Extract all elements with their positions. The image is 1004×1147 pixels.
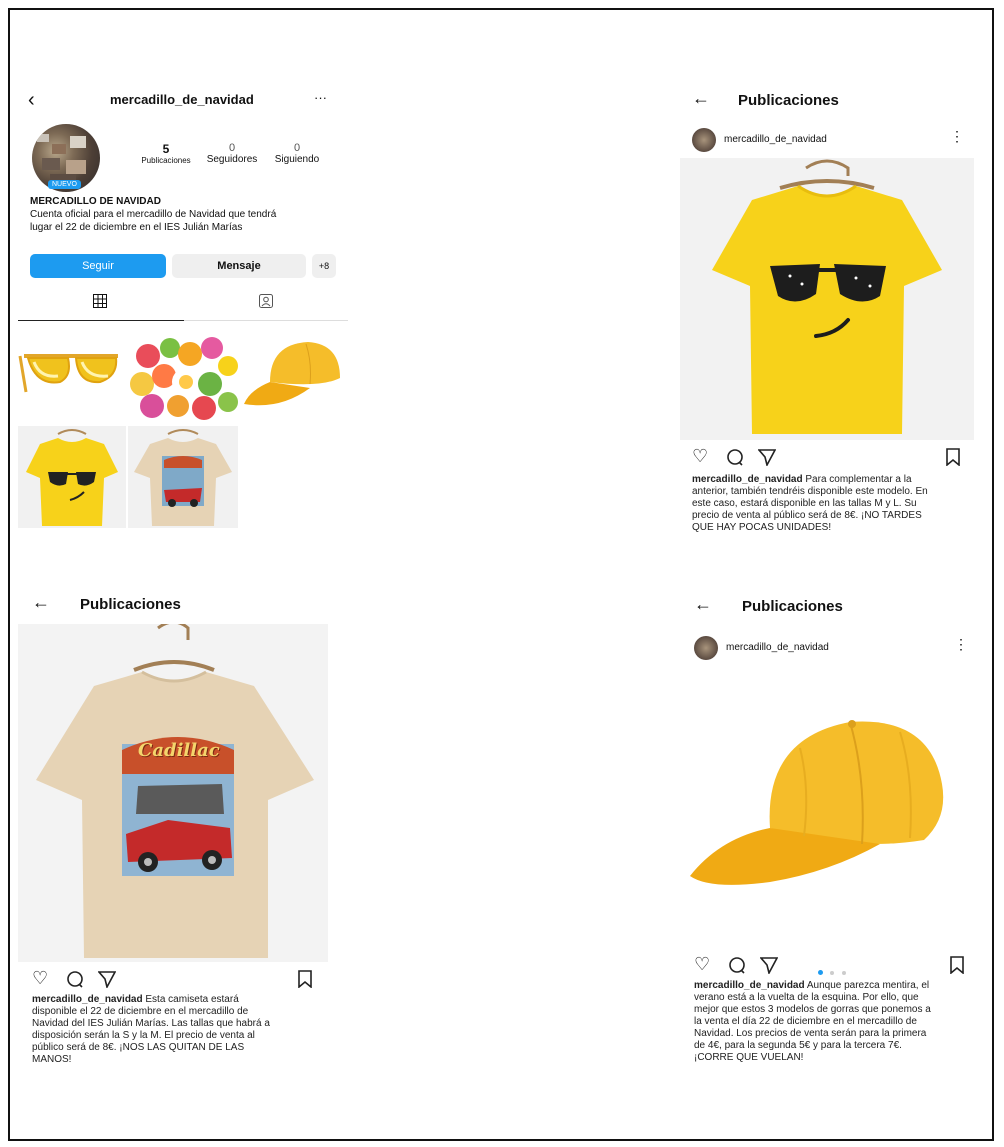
caption-line: mercadillo_de_navidad Esta camiseta esta… [32,994,328,1006]
add-person-button[interactable]: +8 [312,254,336,278]
new-badge: NUEVO [48,180,81,189]
grid-post-cap[interactable] [240,326,348,424]
caption-text: precio de venta al público será de 8€. ¡… [692,510,922,521]
back-arrow-icon[interactable]: ‹ [28,90,35,110]
caption-line: mercadillo_de_navidad Aunque parezca men… [694,980,976,992]
carousel-dot-active [818,970,823,975]
like-heart-icon[interactable]: ♡ [692,446,708,467]
display-name: MERCADILLO DE NAVIDAD [30,196,161,207]
bookmark-icon[interactable] [950,956,964,979]
post-avatar[interactable] [694,636,718,660]
message-button[interactable]: Mensaje [172,254,306,278]
carousel-dots [818,962,846,980]
caption-text: QUE HAY POCAS UNIDADES! [692,522,832,533]
caption-text: Navidad del IES Julián Marías. Las talla… [32,1018,270,1029]
caption-text: verano está a la vuelta de la esquina. P… [694,992,919,1003]
like-heart-icon[interactable]: ♡ [694,954,710,975]
caption-username[interactable]: mercadillo_de_navidad [32,994,143,1005]
post-image-yellow-tshirt[interactable] [680,158,974,440]
grid-post-beige-tshirt[interactable] [128,426,238,528]
tab-grid[interactable] [18,290,184,321]
post-avatar[interactable] [692,128,716,152]
caption-text: mejor que estos 3 modelos de gorras que … [694,1004,931,1015]
profile-panel: ‹ mercadillo_de_navidad ··· NUEVO 5 Publ… [18,80,348,540]
caption-text: anterior, también tendréis disponible es… [692,486,928,497]
post-caption: mercadillo_de_navidad Esta camiseta esta… [32,994,328,1066]
header-title: Publicaciones [738,92,839,109]
comment-icon[interactable] [726,448,744,471]
post-image-cap[interactable] [680,668,976,946]
grid-icon [93,294,107,308]
comment-icon[interactable] [728,956,746,979]
grid-post-yellow-tshirt[interactable] [18,426,126,528]
caption-text: este caso, estará disponible en las tall… [692,498,917,509]
post-username[interactable]: mercadillo_de_navidad [724,134,827,145]
caption-text: disposición serán la S y la M. El precio… [32,1030,255,1041]
caption-text: ¡CORRE QUE VUELAN! [694,1052,804,1063]
caption-text: Navidad. Los precios de venta serán para… [694,1028,927,1039]
stat-value: 0 [228,142,236,154]
grid-post-candies[interactable] [128,326,238,424]
caption-username[interactable]: mercadillo_de_navidad [692,474,803,485]
caption-text: disponible el 22 de diciembre en el merc… [32,1006,249,1017]
post-yellow-tshirt-panel: ← Publicaciones mercadillo_de_navidad ⋮ … [680,84,976,574]
back-arrow-icon[interactable]: ← [692,88,710,109]
stat-label: Seguidores [206,154,258,165]
bio-line-2: lugar el 22 de diciembre en el IES Juliá… [30,222,243,233]
grid-post-sunglasses[interactable] [18,326,126,424]
stat-siguiendo[interactable]: 0 Siguiendo [266,142,328,165]
caption-username[interactable]: mercadillo_de_navidad [694,980,805,991]
header-title: Publicaciones [742,598,843,615]
bio-line-1: Cuenta oficial para el mercadillo de Nav… [30,209,277,220]
caption-line: mercadillo_de_navidad Para complementar … [692,474,974,486]
post-options-icon[interactable]: ⋮ [954,636,968,653]
comment-icon[interactable] [66,970,84,993]
post-caption: mercadillo_de_navidad Aunque parezca men… [694,980,976,1064]
tagged-person-icon [259,294,273,308]
share-send-icon[interactable] [759,956,779,979]
follow-button[interactable]: Seguir [30,254,166,278]
carousel-dot [830,971,835,975]
caption-text: público será de 8€. ¡NOS LAS QUITAN DE L… [32,1042,245,1053]
stat-publicaciones[interactable]: 5 Publicaciones [134,142,198,165]
like-heart-icon[interactable]: ♡ [32,968,48,989]
caption-text: Para complementar a la [805,474,912,485]
stat-label: Publicaciones [141,156,191,165]
stat-label: Siguiendo [274,154,320,165]
more-options-icon[interactable]: ··· [314,90,327,105]
post-image-beige-tshirt[interactable]: Cadillac [18,624,328,962]
caption-text: Esta camiseta estará [145,994,239,1005]
caption-text: de 4€, para la segunda 5€ y para la terc… [694,1040,902,1051]
back-arrow-icon[interactable]: ← [694,594,712,615]
tab-tagged[interactable] [184,290,348,321]
post-beige-tshirt-panel: ← Publicaciones Cadillac ♡ mercadillo_de… [18,590,330,1090]
bookmark-icon[interactable] [946,448,960,471]
caption-text: Aunque parezca mentira, el [806,980,930,991]
carousel-dot [841,971,846,975]
post-cap-panel: ← Publicaciones mercadillo_de_navidad ⋮ … [680,590,976,1090]
header-title: Publicaciones [80,596,181,613]
bookmark-icon[interactable] [298,970,312,993]
profile-username: mercadillo_de_navidad [110,92,254,107]
post-options-icon[interactable]: ⋮ [950,128,964,145]
caption-text: la venta el día 22 de diciembre en el me… [694,1016,917,1027]
stat-seguidores[interactable]: 0 Seguidores [198,142,266,165]
stat-value: 5 [162,142,170,156]
post-caption: mercadillo_de_navidad Para complementar … [692,474,974,534]
shirt-print-text: Cadillac [138,740,220,761]
back-arrow-icon[interactable]: ← [32,592,50,613]
caption-text: MANOS! [32,1054,72,1065]
stat-value: 0 [293,142,301,154]
share-send-icon[interactable] [757,448,777,471]
share-send-icon[interactable] [97,970,117,993]
post-username[interactable]: mercadillo_de_navidad [726,642,829,653]
